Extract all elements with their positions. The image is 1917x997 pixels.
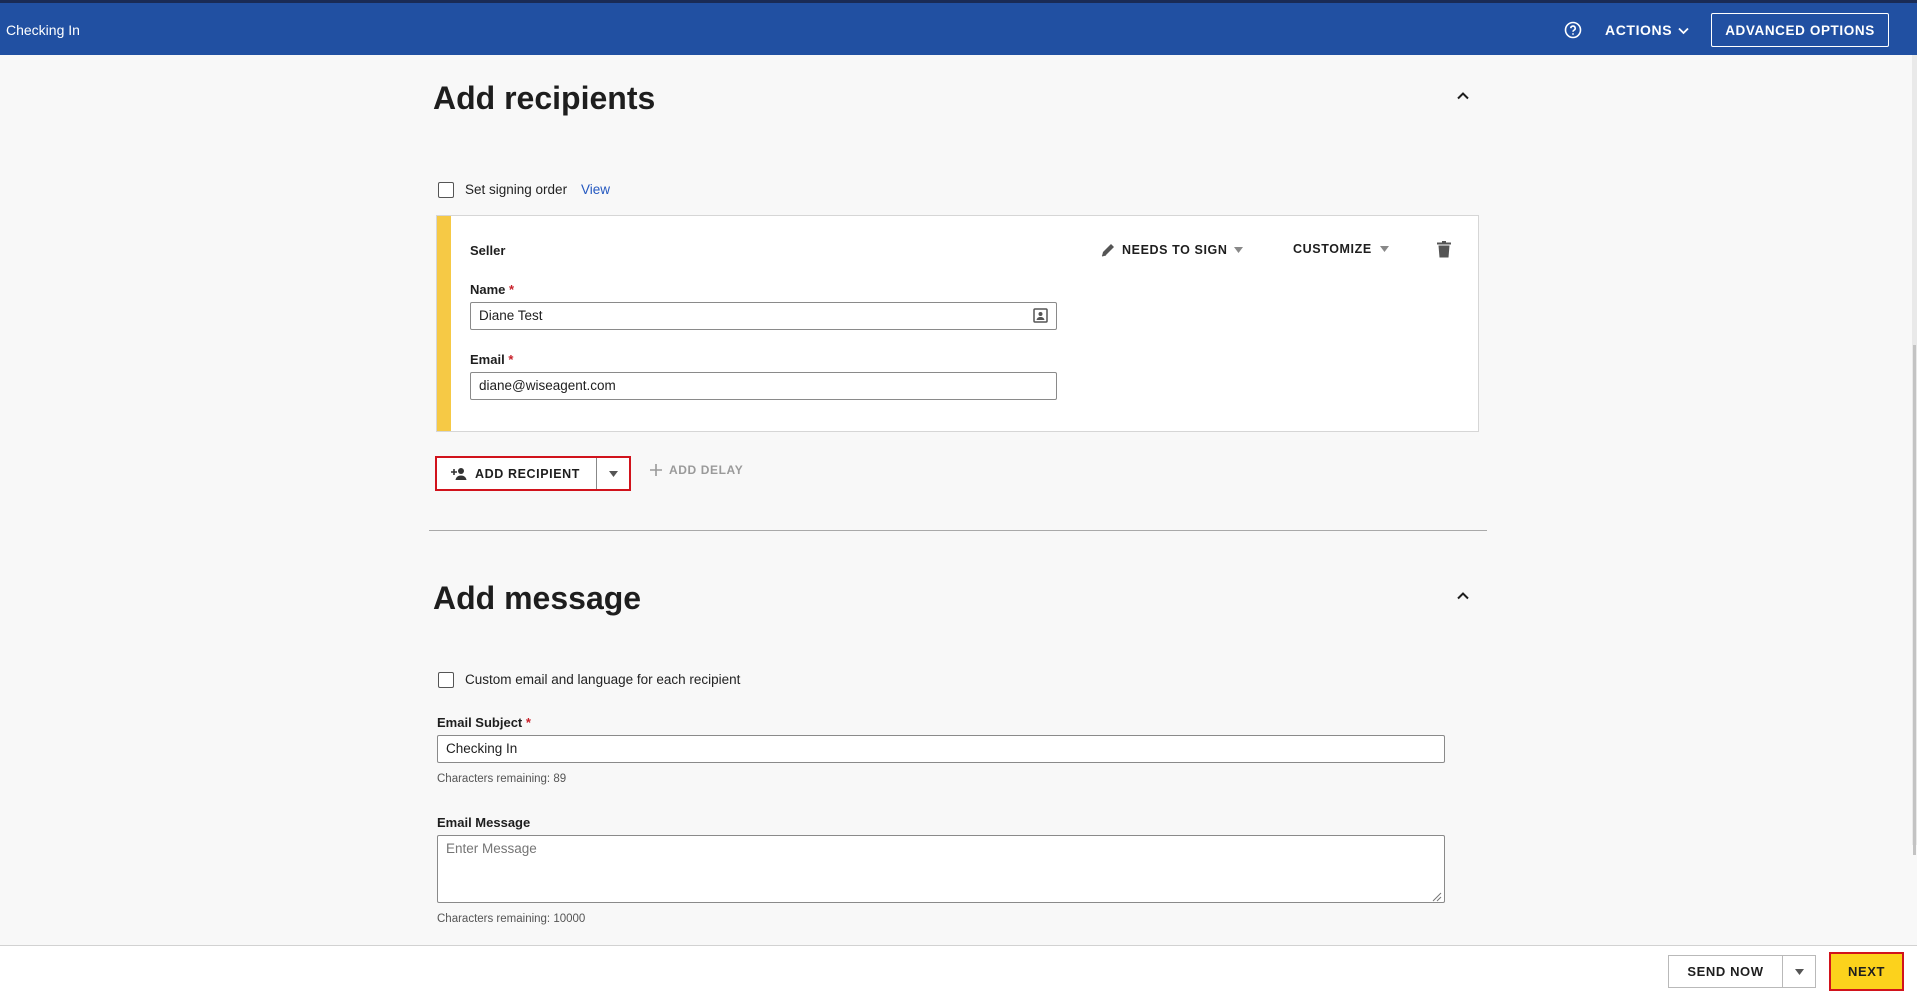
message-characters-remaining: Characters remaining: 10000	[437, 913, 586, 925]
envelope-title: Checking In	[6, 22, 80, 38]
collapse-recipients-icon[interactable]	[1456, 89, 1470, 103]
plus-icon	[650, 464, 662, 476]
add-recipient-label: ADD RECIPIENT	[475, 466, 581, 481]
footer-bar	[0, 945, 1917, 997]
contact-card-icon[interactable]	[1033, 308, 1048, 323]
recipient-color-stripe	[437, 216, 451, 431]
recipient-role-label: Seller	[470, 243, 506, 258]
required-asterisk: *	[525, 715, 531, 730]
delete-recipient-icon[interactable]	[1437, 241, 1451, 258]
page-scrollbar[interactable]	[1912, 55, 1917, 855]
collapse-message-icon[interactable]	[1456, 589, 1470, 603]
caret-down-icon	[1379, 246, 1389, 252]
email-field[interactable]: diane@wiseagent.com	[470, 372, 1057, 400]
email-label-text: Email	[470, 352, 505, 367]
required-asterisk: *	[509, 282, 515, 297]
signing-order-label: Set signing order	[465, 182, 568, 197]
send-now-button-group: SEND NOW	[1668, 955, 1816, 988]
resize-grip-icon[interactable]	[1430, 890, 1442, 902]
send-now-dropdown[interactable]	[1782, 956, 1815, 987]
name-label-text: Name	[470, 282, 506, 297]
add-delay-button[interactable]: ADD DELAY	[650, 463, 743, 477]
name-field[interactable]: Diane Test	[470, 302, 1057, 330]
signing-order-checkbox[interactable]	[438, 182, 454, 198]
scrollbar-thumb[interactable]	[1913, 345, 1916, 855]
caret-down-icon	[1794, 968, 1804, 975]
caret-down-icon	[608, 470, 618, 477]
chevron-down-icon	[1678, 28, 1689, 35]
caret-down-icon	[1233, 247, 1243, 253]
section-divider	[429, 530, 1487, 531]
advanced-options-button[interactable]: ADVANCED OPTIONS	[1711, 13, 1889, 47]
name-label: Name *	[470, 282, 514, 297]
custom-email-label: Custom email and language for each recip…	[465, 672, 741, 687]
customize-dropdown[interactable]: CUSTOMIZE	[1293, 242, 1389, 256]
customize-label: CUSTOMIZE	[1293, 242, 1372, 256]
send-now-button[interactable]: SEND NOW	[1669, 956, 1782, 987]
help-icon[interactable]	[1564, 21, 1582, 39]
add-message-heading: Add message	[433, 580, 642, 616]
add-delay-label: ADD DELAY	[669, 463, 744, 477]
email-subject-label: Email Subject *	[437, 715, 531, 730]
custom-email-checkbox[interactable]	[438, 672, 454, 688]
next-button[interactable]: NEXT	[1829, 952, 1904, 991]
add-recipient-dropdown[interactable]	[596, 458, 629, 489]
email-label: Email *	[470, 352, 513, 367]
top-bar: Checking In ACTIONS ADVANCED OPTIONS	[0, 0, 1917, 55]
actions-menu[interactable]: ACTIONS	[1605, 22, 1689, 38]
required-asterisk: *	[508, 352, 514, 367]
pen-icon	[1101, 244, 1114, 257]
add-recipients-heading: Add recipients	[433, 80, 656, 116]
add-person-icon	[451, 467, 467, 480]
add-recipient-button[interactable]: ADD RECIPIENT	[437, 458, 596, 489]
actions-label: ACTIONS	[1605, 22, 1673, 38]
needs-to-sign-label: NEEDS TO SIGN	[1122, 243, 1228, 257]
email-subject-field[interactable]: Checking In	[437, 735, 1445, 763]
email-message-field[interactable]	[437, 835, 1445, 903]
subject-characters-remaining: Characters remaining: 89	[437, 773, 567, 785]
email-subject-label-text: Email Subject	[437, 715, 523, 730]
add-recipient-button-group: ADD RECIPIENT	[435, 456, 631, 491]
email-message-label: Email Message	[437, 815, 531, 830]
needs-to-sign-dropdown[interactable]: NEEDS TO SIGN	[1100, 242, 1243, 258]
view-link[interactable]: View	[581, 182, 610, 197]
